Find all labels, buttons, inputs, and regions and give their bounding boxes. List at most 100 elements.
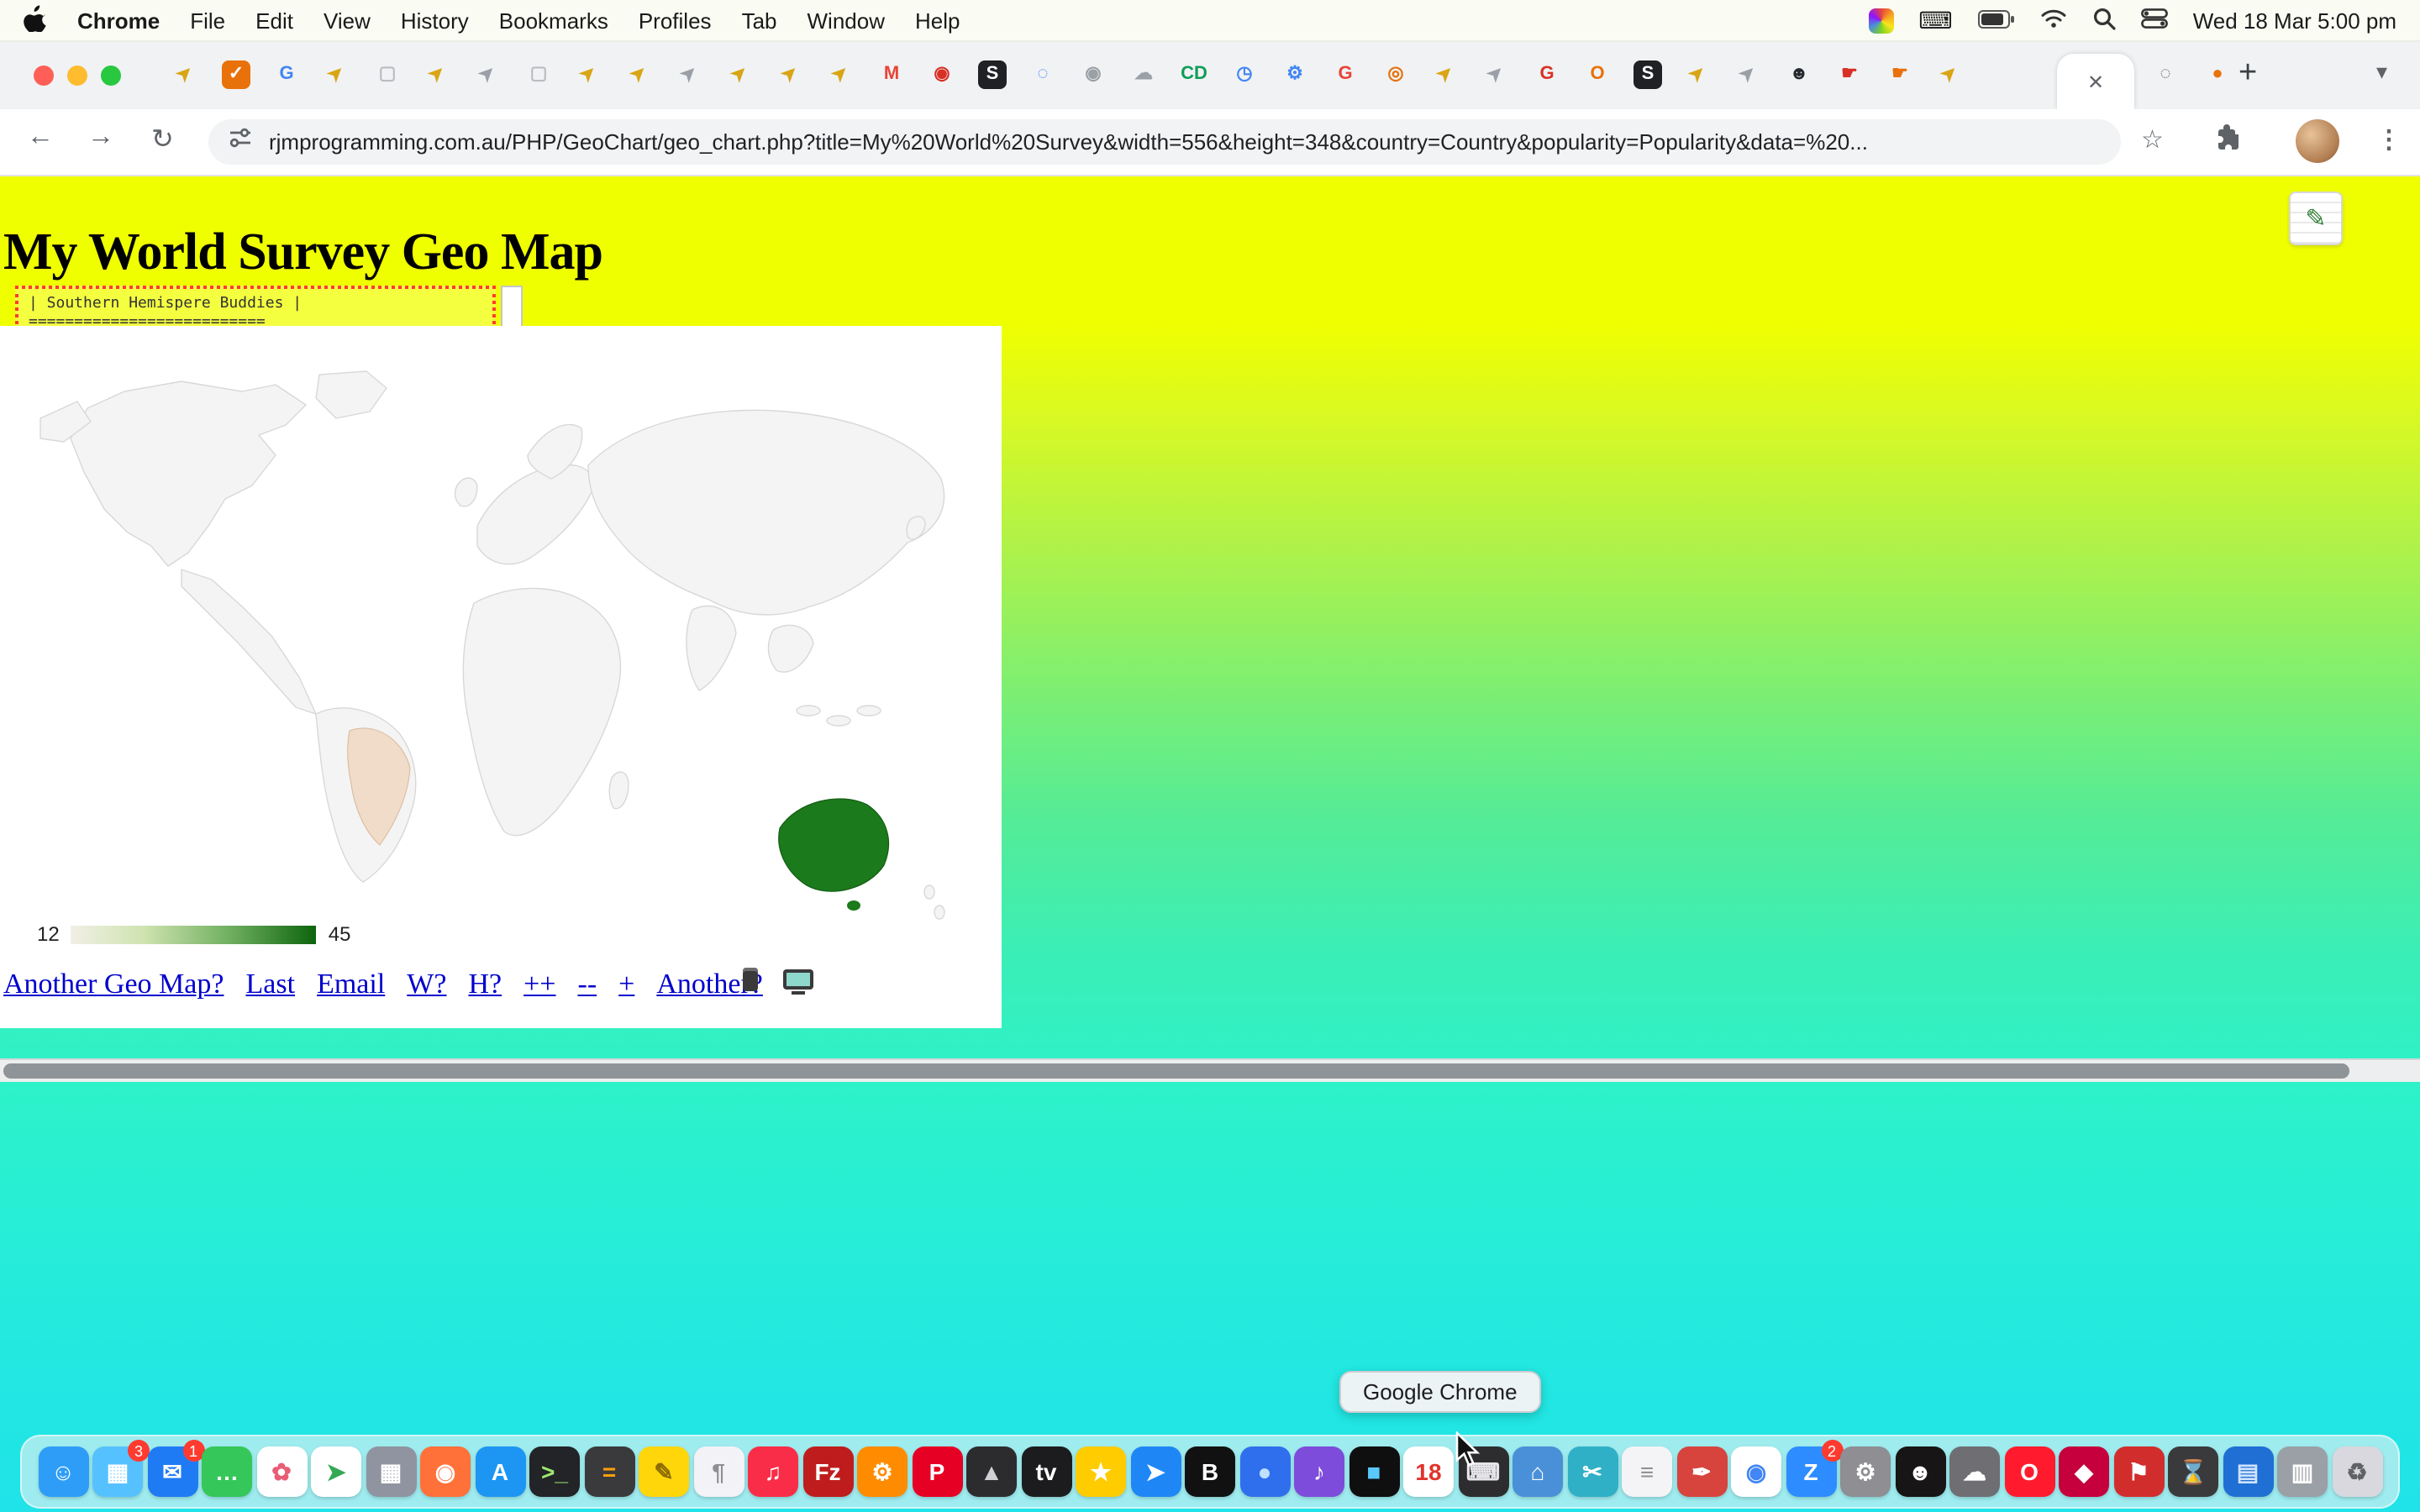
pinned-tab-favicon[interactable]: ➤ xyxy=(166,55,206,95)
pinned-tab-favicon[interactable]: ◌ xyxy=(2151,60,2180,89)
minimize-window-button[interactable] xyxy=(67,66,87,86)
dock-item[interactable]: ▥ xyxy=(2277,1446,2328,1497)
dock-item[interactable]: Fz xyxy=(802,1446,853,1497)
menu-item[interactable]: Bookmarks xyxy=(499,8,608,33)
dock-item[interactable]: … xyxy=(202,1446,252,1497)
menu-item[interactable]: Edit xyxy=(255,8,293,33)
control-center-icon[interactable] xyxy=(2141,8,2168,33)
pinned-tab-favicon[interactable]: ● xyxy=(2203,60,2232,89)
close-tab-icon[interactable]: ✕ xyxy=(2087,70,2104,93)
dock-item[interactable]: ▲ xyxy=(966,1446,1017,1497)
pinned-tab-favicon[interactable]: ◎ xyxy=(1381,60,1410,89)
active-tab[interactable]: ✕ xyxy=(2057,54,2134,109)
dock-item[interactable]: ◆ xyxy=(2059,1446,2109,1497)
pinned-tab-favicon[interactable]: ➤ xyxy=(771,55,811,95)
pinned-tab-favicon[interactable]: CD xyxy=(1180,60,1208,89)
menu-item[interactable]: Window xyxy=(808,8,886,33)
spotlight-search-icon[interactable] xyxy=(2092,6,2116,34)
pinned-tab-favicon[interactable]: S xyxy=(978,60,1007,89)
desktop-tv-icon[interactable] xyxy=(783,969,813,990)
tab-search-chevron-icon[interactable]: ▾ xyxy=(2376,59,2387,86)
pinned-tab-favicon[interactable]: ➤ xyxy=(1678,55,1718,95)
new-tab-button[interactable]: + xyxy=(2238,55,2257,92)
dock-item[interactable]: ◉ xyxy=(1731,1446,1781,1497)
pinned-tab-favicon[interactable]: S xyxy=(1634,60,1662,89)
pinned-tab-favicon[interactable]: G xyxy=(272,60,301,89)
pinned-tab-favicon[interactable]: ◷ xyxy=(1230,60,1259,89)
url-text[interactable]: rjmprogramming.com.au/PHP/GeoChart/geo_c… xyxy=(269,129,1868,155)
battery-icon[interactable] xyxy=(1978,8,2015,33)
reload-button[interactable]: ↻ xyxy=(151,123,174,156)
pinned-tab-favicon[interactable]: ➤ xyxy=(468,55,508,95)
pinned-tab-favicon[interactable]: ▢ xyxy=(524,60,553,89)
bookmark-star-icon[interactable]: ☆ xyxy=(2141,124,2164,155)
pinned-tab-favicon[interactable]: G xyxy=(1533,60,1561,89)
dock-item[interactable]: >_ xyxy=(529,1446,580,1497)
dock-item[interactable]: 18 xyxy=(1403,1446,1454,1497)
pinned-tab-favicon[interactable]: ➤ xyxy=(1930,55,1970,95)
dock-item[interactable]: ✒ xyxy=(1676,1446,1727,1497)
pinned-tab-favicon[interactable]: ➤ xyxy=(1728,55,1769,95)
menu-item[interactable]: File xyxy=(190,8,225,33)
dock-item[interactable]: = xyxy=(584,1446,634,1497)
site-settings-tune-icon[interactable] xyxy=(229,126,252,158)
dock-item[interactable]: ✿ xyxy=(256,1446,307,1497)
dock-item[interactable]: ⚙ xyxy=(1840,1446,1891,1497)
dock-item[interactable]: ¶ xyxy=(693,1446,744,1497)
dock-item[interactable]: ▤ xyxy=(2223,1446,2273,1497)
dock-item[interactable]: A xyxy=(475,1446,525,1497)
pinned-tab-favicon[interactable]: ▢ xyxy=(373,60,402,89)
dock-item[interactable]: ★ xyxy=(1076,1446,1126,1497)
dock-item[interactable]: ✎ xyxy=(639,1446,689,1497)
menu-item[interactable]: Profiles xyxy=(639,8,712,33)
pinned-tab-favicon[interactable]: ➤ xyxy=(821,55,861,95)
pinned-tab-favicon[interactable]: ➤ xyxy=(720,55,760,95)
wifi-icon[interactable] xyxy=(2040,8,2067,33)
pinned-tab-favicon[interactable]: ◉ xyxy=(928,60,956,89)
profile-avatar[interactable] xyxy=(2296,119,2339,163)
dock-item[interactable]: B xyxy=(1185,1446,1235,1497)
close-window-button[interactable] xyxy=(34,66,54,86)
page-link[interactable]: + xyxy=(618,968,634,1001)
dock-item[interactable]: tv xyxy=(1021,1446,1071,1497)
forward-button[interactable]: → xyxy=(87,123,114,153)
page-link[interactable]: -- xyxy=(578,968,597,1001)
dock-item[interactable]: O xyxy=(2004,1446,2054,1497)
chrome-menu-kebab-icon[interactable]: ⋮ xyxy=(2376,124,2402,155)
dock-item[interactable]: ● xyxy=(1239,1446,1290,1497)
dock-item[interactable]: ♪ xyxy=(1294,1446,1344,1497)
pinned-tab-favicon[interactable]: ☁ xyxy=(1129,60,1158,89)
dock-item[interactable]: ≡ xyxy=(1622,1446,1672,1497)
pinned-tab-favicon[interactable]: ⚙ xyxy=(1281,60,1309,89)
dock-item[interactable]: Z 2 xyxy=(1786,1446,1836,1497)
zoom-window-button[interactable] xyxy=(101,66,121,86)
address-bar[interactable]: rjmprogramming.com.au/PHP/GeoChart/geo_c… xyxy=(208,119,2121,165)
page-link[interactable]: H? xyxy=(468,968,502,1001)
dock-item[interactable]: ➤ xyxy=(311,1446,361,1497)
mobile-phone-icon[interactable] xyxy=(743,968,758,991)
menu-item[interactable]: History xyxy=(401,8,469,33)
pinned-tab-favicon[interactable]: ◌ xyxy=(1028,60,1057,89)
dock-item[interactable]: ➤ xyxy=(1130,1446,1181,1497)
dock-item[interactable]: P xyxy=(912,1446,962,1497)
pinned-tab-favicon[interactable]: ☻ xyxy=(1785,60,1813,89)
notepad-icon[interactable]: ✎ xyxy=(2289,192,2343,245)
dock-item[interactable]: ▦ 3 xyxy=(92,1446,143,1497)
dock-item[interactable]: ♻ xyxy=(2332,1446,2382,1497)
page-link[interactable]: Last xyxy=(246,968,296,1001)
pinned-tab-favicon[interactable]: ➤ xyxy=(1426,55,1466,95)
pinned-tab-favicon[interactable]: ➤ xyxy=(418,55,458,95)
page-link[interactable]: ++ xyxy=(523,968,555,1001)
keyboard-icon[interactable]: ⌨ xyxy=(1918,6,1952,34)
dock-item[interactable]: ⌛ xyxy=(2168,1446,2218,1497)
pinned-tab-favicon[interactable]: O xyxy=(1583,60,1612,89)
pinned-tab-favicon[interactable]: ◉ xyxy=(1079,60,1107,89)
dock-item[interactable]: ⌂ xyxy=(1512,1446,1563,1497)
menu-item[interactable]: Help xyxy=(915,8,960,33)
menu-item[interactable]: Tab xyxy=(742,8,777,33)
dock-item[interactable]: ⚑ xyxy=(2113,1446,2164,1497)
pinned-tab-favicon[interactable]: G xyxy=(1331,60,1360,89)
pinned-tab-favicon[interactable]: ➤ xyxy=(670,55,710,95)
extensions-puzzle-icon[interactable] xyxy=(2215,124,2242,160)
dock-item[interactable]: ▦ xyxy=(366,1446,416,1497)
